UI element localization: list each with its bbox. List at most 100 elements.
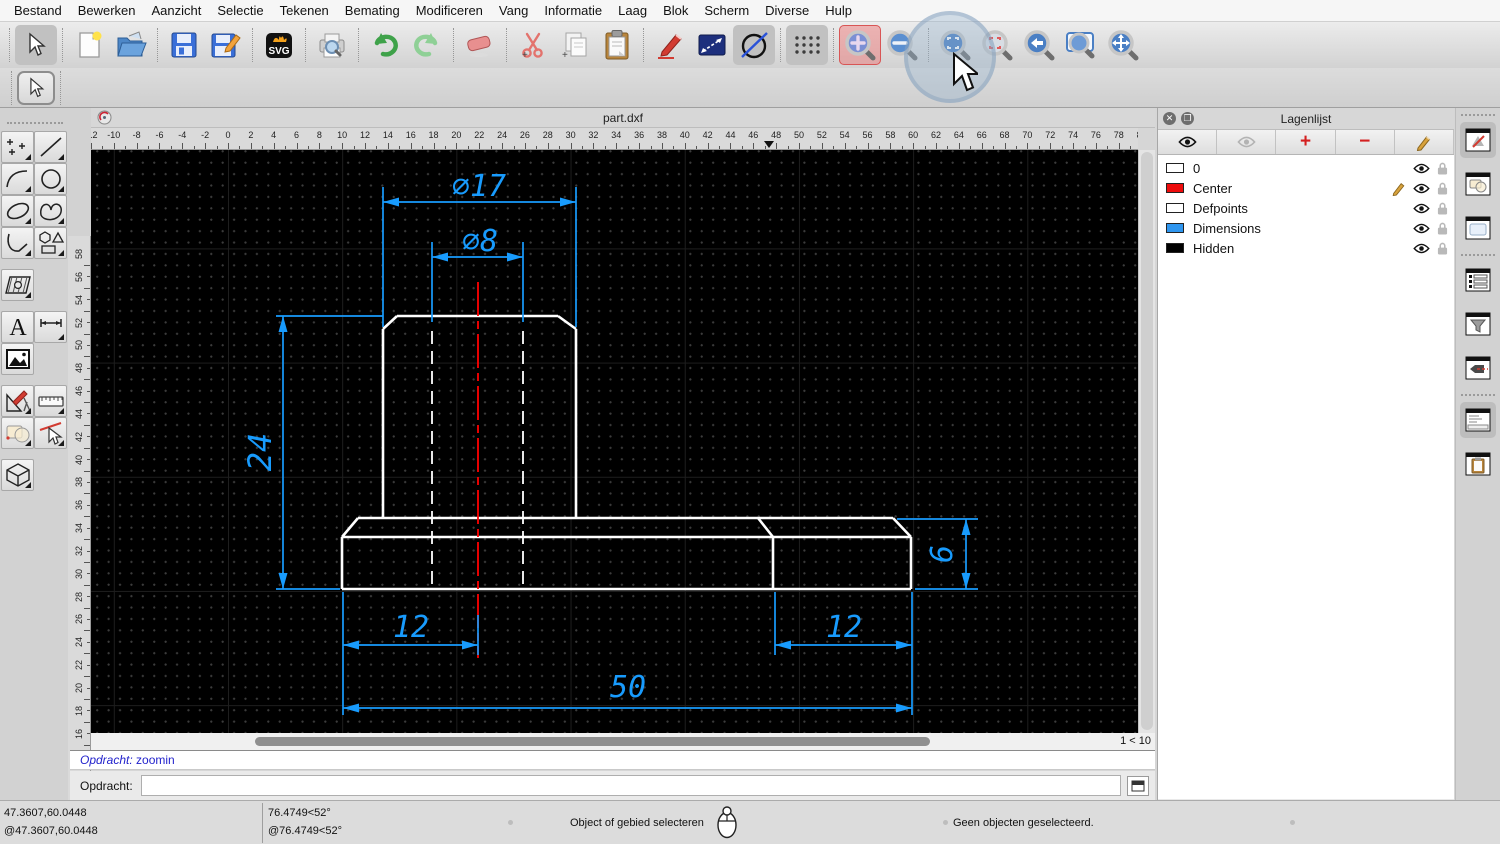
menu-item-hulp[interactable]: Hulp — [817, 0, 860, 22]
print-preview-button[interactable] — [311, 25, 353, 65]
menu-item-diverse[interactable]: Diverse — [757, 0, 817, 22]
drawing-canvas[interactable]: ⌀17 ⌀8 24 6 12 12 50 — [91, 150, 1138, 733]
pan-button[interactable] — [1102, 25, 1144, 65]
menu-item-blok[interactable]: Blok — [655, 0, 696, 22]
layer-lock-icon[interactable] — [1437, 162, 1448, 175]
block-list-dock-button[interactable] — [1460, 166, 1496, 202]
hruler-number: -10 — [107, 130, 121, 140]
panel-drag-handle[interactable] — [7, 122, 63, 127]
menu-item-informatie[interactable]: Informatie — [536, 0, 610, 22]
select-tool-button[interactable] — [15, 25, 57, 65]
ellipse-tool-button[interactable] — [1, 195, 34, 227]
arc-tool-button[interactable] — [1, 163, 34, 195]
zoom-window-button[interactable] — [1060, 25, 1102, 65]
layer-lock-icon[interactable] — [1437, 202, 1448, 215]
vruler-number: 26 — [74, 614, 84, 625]
svg-export-button[interactable]: SVG — [258, 25, 300, 65]
modify-tool-button[interactable] — [1, 385, 34, 417]
layer-lock-icon[interactable] — [1437, 182, 1448, 195]
redo-button[interactable] — [406, 25, 448, 65]
menu-item-vang[interactable]: Vang — [491, 0, 536, 22]
layer-visibility-icon[interactable] — [1413, 243, 1430, 254]
paste-button[interactable] — [596, 25, 638, 65]
filter-dock-button[interactable] — [1460, 306, 1496, 342]
open-file-button[interactable] — [110, 25, 152, 65]
menu-item-laag[interactable]: Laag — [610, 0, 655, 22]
text-tool-button[interactable]: A — [1, 311, 34, 343]
dimension-tool-button[interactable] — [34, 311, 67, 343]
redo-icon — [414, 33, 438, 57]
menu-item-modificeren[interactable]: Modificeren — [408, 0, 491, 22]
clipboard-dock-button[interactable] — [1460, 446, 1496, 482]
layer-visibility-icon[interactable] — [1413, 183, 1430, 194]
layer-row[interactable]: Dimensions — [1158, 218, 1454, 238]
layer-row[interactable]: Defpoints — [1158, 198, 1454, 218]
layer-name: Defpoints — [1193, 200, 1248, 216]
undo-button[interactable] — [364, 25, 406, 65]
pen-edit-button[interactable] — [649, 25, 691, 65]
menu-item-selectie[interactable]: Selectie — [209, 0, 271, 22]
menu-item-scherm[interactable]: Scherm — [696, 0, 757, 22]
library-browser-dock-button[interactable] — [1460, 210, 1496, 246]
keyboard-toggle-button[interactable] — [1127, 775, 1149, 796]
edit-layer-button[interactable] — [1395, 130, 1455, 154]
menu-item-bewerken[interactable]: Bewerken — [70, 0, 144, 22]
save-button[interactable] — [163, 25, 205, 65]
menu-item-tekenen[interactable]: Tekenen — [272, 0, 337, 22]
image-tool-button[interactable] — [1, 343, 34, 375]
spline-tool-button[interactable] — [34, 195, 67, 227]
delete-selected-tool-button[interactable] — [34, 417, 67, 449]
copy-button[interactable]: + — [554, 25, 596, 65]
command-line-dock-button[interactable] — [1460, 402, 1496, 438]
selection-mode-button[interactable] — [17, 70, 55, 105]
layer-row[interactable]: Center — [1158, 178, 1454, 198]
horizontal-scrollbar[interactable] — [91, 734, 1118, 749]
relative-polar: @76.4749<52° — [268, 825, 342, 837]
hide-all-layers-button[interactable] — [1217, 130, 1277, 154]
measure-tool-button[interactable] — [34, 385, 67, 417]
menu-item-bemating[interactable]: Bemating — [337, 0, 408, 22]
vruler-tick — [84, 402, 90, 404]
delete-button[interactable] — [459, 25, 501, 65]
shape-tool-button[interactable] — [34, 227, 67, 259]
layer-row[interactable]: Hidden — [1158, 238, 1454, 258]
save-as-button[interactable] — [205, 25, 247, 65]
hruler-tick — [730, 143, 732, 149]
layer-row[interactable]: 0 — [1158, 158, 1454, 178]
document-tab-bar[interactable]: part.dxf — [91, 108, 1155, 128]
circle-tool-button[interactable] — [34, 163, 67, 195]
draft-mode-toggle[interactable] — [733, 25, 775, 65]
point-tool-button[interactable] — [1, 131, 34, 163]
entity-list-dock-button[interactable] — [1460, 262, 1496, 298]
new-file-button[interactable] — [68, 25, 110, 65]
layer-panel-titlebar[interactable]: ✕ ❐ Lagenlijst — [1158, 108, 1454, 130]
add-layer-button[interactable]: + — [1276, 130, 1336, 154]
hatch-tool-button[interactable] — [1, 269, 34, 301]
vertical-scrollbar-thumb[interactable] — [1141, 152, 1153, 730]
polyline-tool-button[interactable] — [1, 227, 34, 259]
horizontal-scrollbar-thumb[interactable] — [255, 737, 930, 746]
layer-lock-icon[interactable] — [1437, 242, 1448, 255]
vertical-scrollbar[interactable] — [1138, 150, 1155, 733]
zoom-selection-button[interactable] — [976, 25, 1018, 65]
zoom-in-button[interactable] — [839, 25, 881, 65]
show-all-layers-button[interactable] — [1158, 130, 1218, 154]
block-tool-button[interactable] — [1, 417, 34, 449]
cut-button[interactable]: + — [512, 25, 554, 65]
layer-lock-icon[interactable] — [1437, 222, 1448, 235]
grid-toggle[interactable] — [786, 25, 828, 65]
zoom-out-button[interactable] — [881, 25, 923, 65]
layer-visibility-icon[interactable] — [1413, 163, 1430, 174]
menu-item-aanzicht[interactable]: Aanzicht — [144, 0, 210, 22]
isometric-tool-button[interactable] — [1, 459, 34, 491]
layer-visibility-icon[interactable] — [1413, 203, 1430, 214]
layer-visibility-icon[interactable] — [1413, 223, 1430, 234]
layer-list-dock-button[interactable] — [1460, 122, 1496, 158]
line-tool-button[interactable] — [34, 131, 67, 163]
menu-item-bestand[interactable]: Bestand — [6, 0, 70, 22]
zoom-previous-button[interactable] — [1018, 25, 1060, 65]
remove-layer-button[interactable]: − — [1336, 130, 1395, 154]
command-input[interactable] — [140, 775, 1121, 796]
pen-palette-dock-button[interactable] — [1460, 350, 1496, 386]
dimension-arrow-button[interactable] — [691, 25, 733, 65]
